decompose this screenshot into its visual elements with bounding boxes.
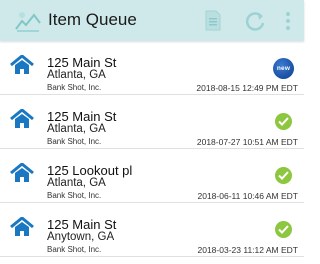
house-icon	[10, 163, 34, 182]
item-company: Bank Shot, Inc.	[47, 83, 102, 92]
item-company: Bank Shot, Inc.	[47, 191, 102, 200]
app-logo-icon	[15, 12, 41, 32]
item-company: Bank Shot, Inc.	[47, 137, 102, 146]
item-address: 125 Main St	[47, 109, 117, 124]
item-city: Atlanta, GA	[47, 123, 106, 135]
item-address: 125 Lookout pl	[47, 163, 133, 178]
item-timestamp: 2018-07-27 10:51 AM EDT	[196, 137, 298, 147]
item-address: 125 Main St	[47, 217, 117, 232]
list-item[interactable]: 125 Main St Atlanta, GA Bank Shot, Inc. …	[0, 95, 304, 149]
house-icon	[10, 55, 34, 74]
item-timestamp: 2018-06-11 10:46 AM EDT	[197, 191, 299, 201]
checkmark-icon	[275, 221, 292, 238]
checkmark-icon	[275, 113, 292, 130]
document-icon[interactable]	[205, 10, 221, 31]
item-city: Anytown, GA	[47, 231, 115, 243]
refresh-icon[interactable]	[244, 10, 266, 32]
list-item[interactable]: 125 Main St Atlanta, GA Bank Shot, Inc. …	[0, 41, 304, 95]
item-company: Bank Shot, Inc.	[47, 245, 102, 254]
house-icon	[10, 109, 34, 128]
item-city: Atlanta, GA	[47, 177, 106, 189]
house-icon	[10, 217, 34, 236]
item-list: 125 Main St Atlanta, GA Bank Shot, Inc. …	[0, 41, 304, 257]
item-city: Atlanta, GA	[47, 69, 106, 81]
list-item[interactable]: 125 Main St Anytown, GA Bank Shot, Inc. …	[0, 203, 304, 257]
app-toolbar: Item Queue	[0, 0, 304, 41]
more-vert-icon[interactable]	[285, 11, 291, 31]
item-timestamp: 2018-08-15 12:49 PM EDT	[196, 83, 298, 93]
new-badge-icon: new	[273, 58, 294, 79]
list-item[interactable]: 125 Lookout pl Atlanta, GA Bank Shot, In…	[0, 149, 304, 203]
item-timestamp: 2018-03-23 11:12 AM EDT	[197, 245, 299, 255]
item-address: 125 Main St	[47, 55, 117, 70]
checkmark-icon	[275, 167, 292, 184]
page-title: Item Queue	[48, 10, 137, 29]
